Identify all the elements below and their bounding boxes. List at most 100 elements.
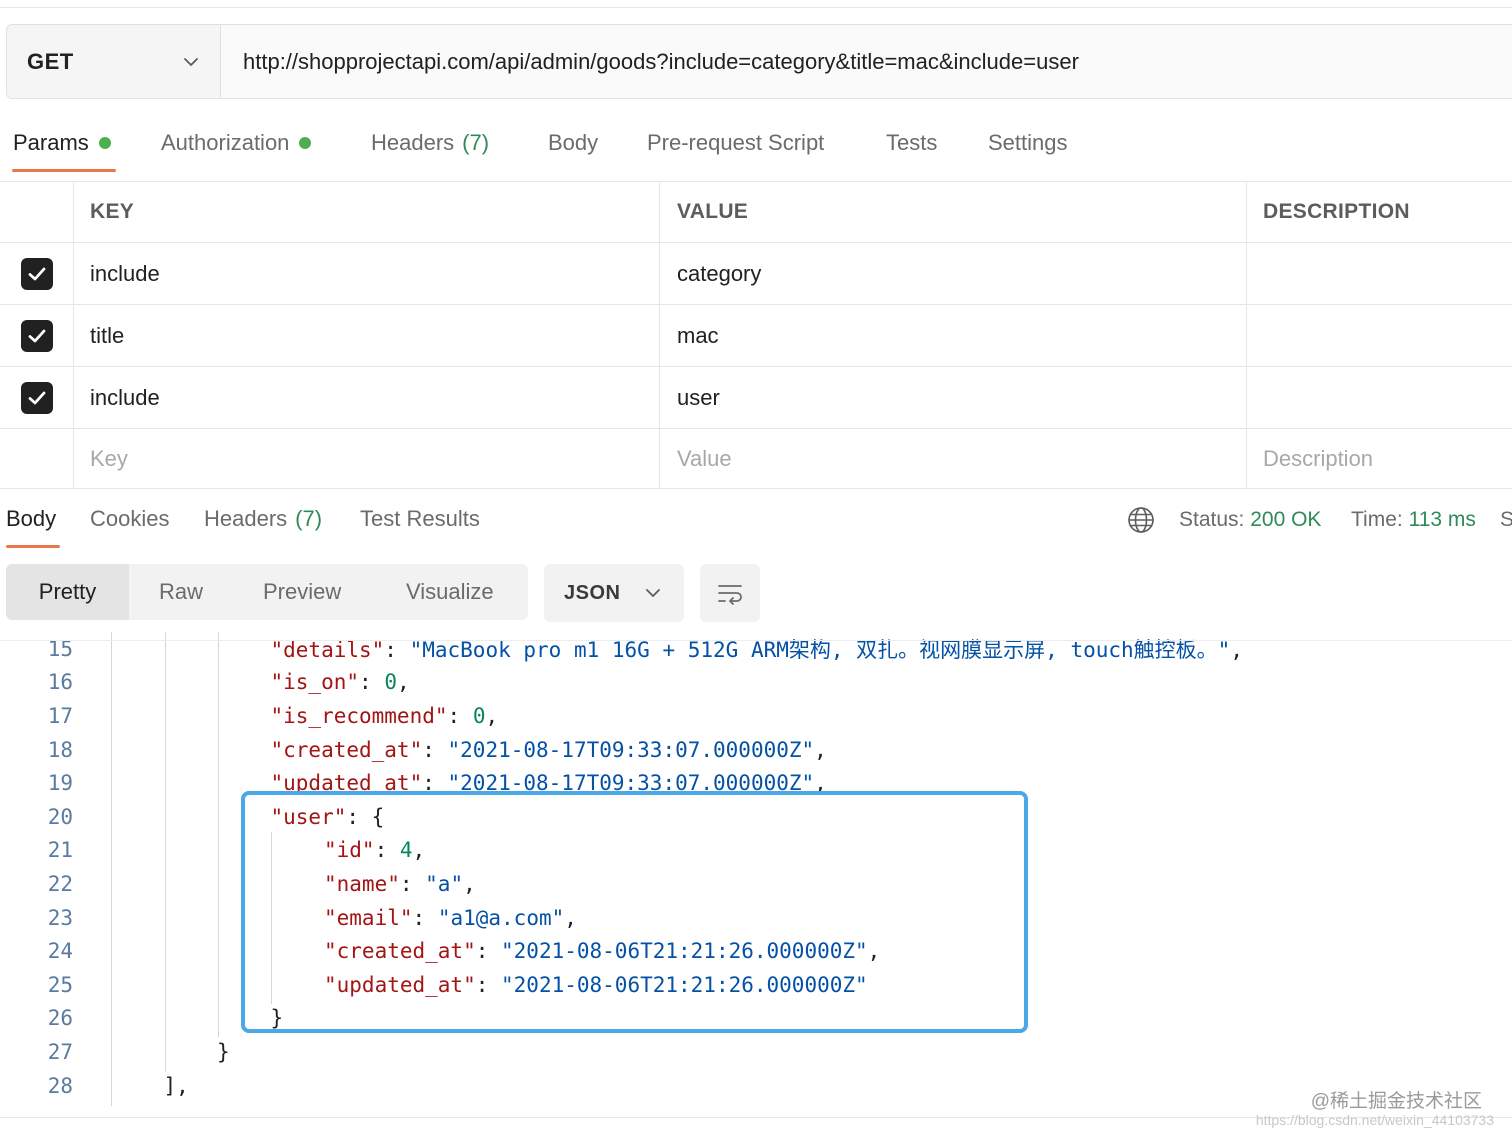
params-header-row: KEY VALUE DESCRIPTION	[0, 182, 1512, 243]
param-check-cell	[0, 367, 74, 428]
time-label: Time:	[1351, 508, 1403, 531]
status-value: 200 OK	[1250, 508, 1322, 531]
json-number: 0	[472, 703, 486, 728]
wrap-lines-icon	[718, 585, 742, 605]
toolbar-divider	[0, 640, 1512, 641]
json-key: "created_at"	[270, 737, 423, 762]
new-value-input[interactable]: Value	[660, 429, 1247, 488]
status-readout: Status: 200 OK	[1179, 508, 1321, 532]
tab-prerequest-script[interactable]: Pre-request Script	[647, 130, 824, 156]
line-number: 17	[47, 703, 73, 728]
format-select[interactable]: JSON	[544, 564, 684, 622]
checkmark-icon	[28, 329, 45, 342]
checkmark-icon	[28, 391, 45, 404]
param-row: include category	[0, 243, 1512, 305]
view-preview[interactable]: Preview	[263, 564, 341, 620]
tab-headers[interactable]: Headers (7)	[371, 130, 489, 156]
param-key[interactable]: include	[74, 243, 660, 304]
tab-tests[interactable]: Tests	[886, 130, 937, 156]
json-punct: :	[384, 637, 410, 662]
param-value[interactable]: user	[660, 367, 1247, 428]
method-label: GET	[27, 48, 74, 74]
param-checkbox[interactable]	[20, 319, 53, 352]
globe-icon[interactable]	[1127, 506, 1155, 534]
line-number: 21	[47, 838, 73, 863]
resp-headers-count: (7)	[295, 506, 323, 531]
param-description[interactable]	[1247, 305, 1512, 366]
wrap-lines-button[interactable]	[700, 564, 760, 622]
param-check-cell-empty	[0, 429, 74, 488]
tab-authorization[interactable]: Authorization	[161, 130, 312, 156]
resp-tab-test-results[interactable]: Test Results	[360, 506, 480, 532]
param-row: include user	[0, 367, 1512, 429]
line-number: 20	[47, 804, 73, 829]
highlight-box	[241, 791, 1028, 1033]
line-number: 27	[47, 1039, 73, 1064]
view-pretty[interactable]: Pretty	[6, 564, 129, 620]
param-check-cell	[0, 243, 74, 304]
json-punct: :	[447, 703, 473, 728]
params-table: KEY VALUE DESCRIPTION include category t…	[0, 182, 1512, 489]
json-number: 0	[384, 670, 397, 695]
resp-active-underline	[6, 545, 60, 548]
format-label: JSON	[564, 581, 621, 604]
view-visualize[interactable]: Visualize	[406, 564, 494, 620]
code-text: ],	[164, 1074, 189, 1098]
top-divider	[0, 7, 1512, 8]
json-punct: }	[217, 1039, 230, 1064]
tab-authorization-label: Authorization	[161, 130, 290, 155]
json-punct: ,	[814, 737, 827, 762]
line-number: 23	[47, 905, 73, 930]
status-label: Status:	[1179, 508, 1245, 531]
param-description[interactable]	[1247, 243, 1512, 304]
new-key-input[interactable]: Key	[74, 429, 660, 488]
view-raw[interactable]: Raw	[159, 564, 203, 620]
authorization-indicator-dot	[299, 137, 312, 149]
method-select[interactable]: GET	[7, 25, 221, 98]
code-line: 28],	[0, 1069, 1512, 1103]
params-indicator-dot	[98, 137, 111, 149]
checkmark-icon	[28, 267, 45, 280]
active-tab-underline	[12, 169, 116, 172]
param-new-row: Key Value Description	[0, 429, 1512, 489]
chevron-down-icon	[182, 53, 200, 71]
header-value: VALUE	[660, 182, 1247, 242]
param-description[interactable]	[1247, 367, 1512, 428]
line-number: 25	[47, 972, 73, 997]
time-readout: Time: 113 ms	[1351, 508, 1476, 532]
resp-tab-body[interactable]: Body	[6, 506, 56, 532]
line-number: 26	[47, 1006, 73, 1031]
line-number: 24	[47, 939, 73, 964]
json-punct: ,	[396, 670, 410, 695]
json-punct: ,	[485, 703, 499, 728]
param-value[interactable]: mac	[660, 305, 1247, 366]
resp-tab-cookies[interactable]: Cookies	[90, 506, 169, 532]
watermark: @稀土掘金技术社区	[1310, 1091, 1482, 1112]
line-number: 22	[47, 871, 73, 896]
param-checkbox[interactable]	[20, 257, 53, 290]
code-line: 18 "created_at": "2021-08-17T09:33:07.000…	[0, 733, 1512, 767]
url-input[interactable]: http://shopprojectapi.com/api/admin/good…	[221, 25, 1512, 98]
param-key[interactable]: title	[74, 305, 660, 366]
tab-body[interactable]: Body	[548, 130, 598, 156]
request-tabs: Params Authorization Headers (7) Body Pr…	[0, 118, 1512, 182]
tab-params[interactable]: Params	[13, 130, 111, 156]
json-string: "2021-08-17T09:33:07.000000Z"	[447, 737, 815, 762]
json-punct: ],	[163, 1073, 189, 1098]
json-punct: ,	[1230, 637, 1243, 662]
code-text: "is_on": 0,	[271, 670, 410, 694]
line-number: 19	[47, 771, 73, 796]
resp-tab-headers[interactable]: Headers (7)	[204, 506, 322, 532]
param-value[interactable]: category	[660, 243, 1247, 304]
line-number: 28	[47, 1073, 73, 1098]
tab-settings[interactable]: Settings	[988, 130, 1068, 156]
code-text: "details": "MacBook pro m1 16G + 512G AR…	[271, 634, 1243, 664]
param-key[interactable]: include	[74, 367, 660, 428]
new-description-input[interactable]: Description	[1247, 429, 1512, 488]
code-text: }	[217, 1040, 230, 1064]
size-readout-truncated: S	[1500, 508, 1512, 531]
header-key: KEY	[74, 182, 660, 242]
request-bar: GET http://shopprojectapi.com/api/admin/…	[6, 24, 1512, 99]
tab-headers-label: Headers	[371, 130, 455, 155]
param-checkbox[interactable]	[20, 381, 53, 414]
